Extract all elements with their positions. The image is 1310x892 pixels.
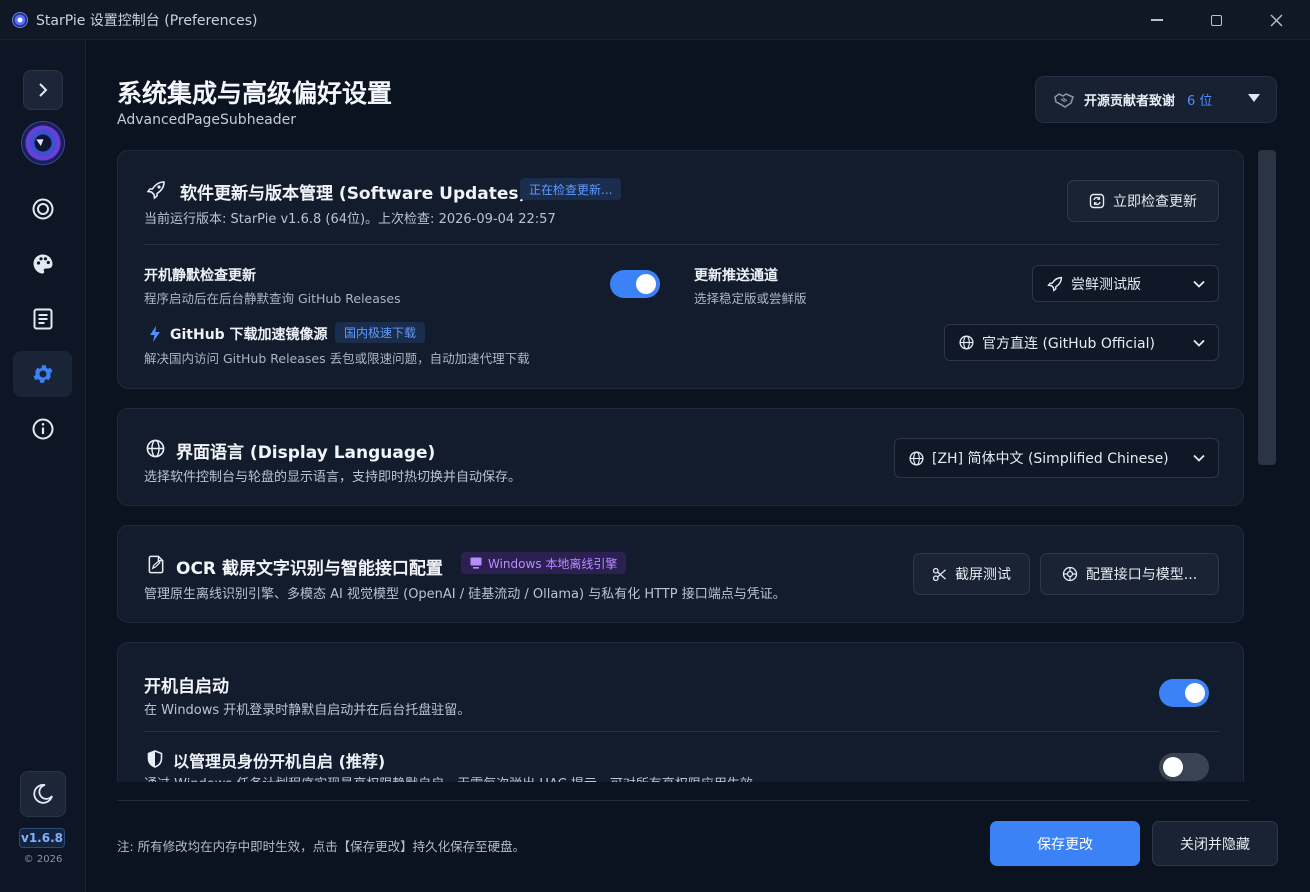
shield-icon — [147, 750, 163, 768]
silent-check-desc: 程序启动后在后台静默查询 GitHub Releases — [144, 291, 401, 306]
rocket-icon — [146, 181, 165, 200]
update-channel-value: 尝鲜测试版 — [1071, 276, 1141, 293]
app-icon — [12, 11, 28, 28]
sidebar-item-theme[interactable] — [23, 244, 63, 284]
admin-startup-desc: 通过 Windows 任务计划程序实现最高权限静默自启，无需每次弹出 UAC 提… — [144, 773, 766, 782]
chevron-down-icon — [1193, 454, 1205, 462]
silent-check-toggle[interactable] — [610, 270, 660, 298]
updates-desc: 当前运行版本: StarPie v1.6.8 (64位)。上次检查: 2026-… — [144, 212, 556, 227]
language-title: 界面语言 (Display Language) — [176, 443, 436, 463]
sidebar-expand-button[interactable] — [23, 70, 63, 110]
update-status-tag: 正在检查更新... — [520, 178, 622, 200]
sidebar-item-settings[interactable] — [13, 351, 72, 397]
mirror-select[interactable]: 官方直连 (GitHub Official) — [944, 324, 1219, 361]
update-channel-title: 更新推送通道 — [694, 268, 778, 284]
maximize-icon — [1210, 14, 1222, 26]
startup-divider — [144, 731, 1219, 732]
ocr-engine-tag: Windows 本地离线引擎 — [461, 552, 627, 574]
chevron-down-icon — [1193, 339, 1205, 347]
sidebar-item-target[interactable] — [23, 189, 63, 229]
gear-icon — [33, 365, 52, 383]
admin-startup-toggle[interactable] — [1159, 753, 1209, 781]
mirror-tag: 国内极速下载 — [335, 322, 426, 343]
page-title: 系统集成与高级偏好设置 — [117, 79, 393, 108]
moon-icon — [33, 783, 53, 804]
page-subtitle: AdvancedPageSubheader — [117, 112, 297, 128]
footer-note: 注: 所有修改均在内存中即时生效，点击【保存更改】持久化保存至硬盘。 — [117, 839, 526, 854]
window-title: StarPie 设置控制台 (Preferences) — [36, 12, 258, 29]
globe-icon — [909, 450, 924, 466]
ocr-test-label: 截屏测试 — [955, 567, 1011, 583]
ocr-config-label: 配置接口与模型... — [1085, 567, 1198, 583]
lightning-icon — [150, 326, 160, 342]
language-select[interactable]: [ZH] 简体中文 (Simplified Chinese) — [894, 438, 1219, 478]
app-logo — [22, 122, 64, 164]
startup-toggle[interactable] — [1159, 679, 1209, 707]
contributors-count: 6 位 — [1187, 94, 1213, 109]
document-edit-icon — [148, 555, 164, 574]
ocr-test-button[interactable]: 截屏测试 — [913, 553, 1030, 595]
title-bar: StarPie 设置控制台 (Preferences) — [0, 0, 1310, 40]
monitor-icon — [470, 557, 482, 569]
mirror-title: GitHub 下载加速镜像源 — [170, 327, 328, 343]
updates-card: 软件更新与版本管理 (Software Updates) 正在检查更新... 当… — [117, 150, 1244, 389]
scrollbar-thumb[interactable] — [1258, 150, 1276, 465]
close-icon — [1270, 14, 1282, 26]
admin-startup-title: 以管理员身份开机自启 (推荐) — [173, 752, 386, 771]
contributors-label: 开源贡献者致谢 — [1084, 94, 1176, 109]
chevron-right-icon — [39, 83, 48, 97]
mirror-desc: 解决国内访问 GitHub Releases 丢包或限速问题，自动加速代理下载 — [144, 351, 530, 366]
ocr-card: OCR 截屏文字识别与智能接口配置 Windows 本地离线引擎 管理原生离线识… — [117, 525, 1244, 623]
copyright-text: © 2026 — [23, 854, 63, 865]
ocr-config-button[interactable]: 配置接口与模型... — [1040, 553, 1219, 595]
language-value: [ZH] 简体中文 (Simplified Chinese) — [932, 451, 1169, 467]
updates-divider — [144, 244, 1219, 245]
chevron-down-icon — [1193, 280, 1205, 288]
scissors-icon — [932, 567, 947, 581]
mirror-value: 官方直连 (GitHub Official) — [982, 335, 1155, 352]
version-badge: v1.6.8 — [19, 828, 65, 848]
startup-card: 开机自启动 在 Windows 开机登录时静默自启动并在后台托盘驻留。 以管理员… — [117, 642, 1244, 782]
minimize-button[interactable] — [1128, 0, 1186, 40]
theme-toggle-button[interactable] — [20, 771, 66, 817]
startup-desc: 在 Windows 开机登录时静默自启动并在后台托盘驻留。 — [144, 703, 471, 718]
ocr-engine-tag-label: Windows 本地离线引擎 — [488, 556, 618, 571]
save-button[interactable]: 保存更改 — [990, 821, 1140, 866]
footer-divider — [117, 800, 1249, 801]
ocr-desc: 管理原生离线识别引擎、多模态 AI 视觉模型 (OpenAI / 硅基流动 / … — [144, 587, 786, 602]
minimize-icon — [1151, 19, 1163, 21]
sidebar-item-document[interactable] — [23, 299, 63, 339]
document-icon — [33, 308, 53, 330]
maximize-button[interactable] — [1187, 0, 1245, 40]
close-hide-button[interactable]: 关闭并隐藏 — [1152, 821, 1278, 866]
sidebar-item-about[interactable] — [23, 409, 63, 449]
info-icon — [32, 418, 54, 440]
refresh-icon — [1089, 193, 1105, 209]
palette-icon — [33, 254, 53, 274]
update-channel-select[interactable]: 尝鲜测试版 — [1032, 265, 1219, 302]
check-updates-label: 立即检查更新 — [1113, 194, 1197, 210]
handshake-icon — [1054, 92, 1074, 108]
target-icon — [32, 198, 54, 220]
startup-title: 开机自启动 — [144, 677, 229, 697]
contributors-dropdown[interactable]: 开源贡献者致谢 6 位 — [1035, 76, 1277, 123]
caret-down-icon — [1248, 94, 1260, 102]
rocket-icon — [1047, 276, 1063, 292]
language-desc: 选择软件控制台与轮盘的显示语言，支持即时热切换并自动保存。 — [144, 470, 522, 485]
silent-check-title: 开机静默检查更新 — [144, 268, 256, 284]
close-window-button[interactable] — [1247, 0, 1305, 40]
sidebar: v1.6.8 © 2026 — [0, 40, 86, 892]
ai-chip-icon — [1062, 566, 1077, 582]
update-channel-desc: 选择稳定版或尝鲜版 — [694, 291, 807, 306]
globe-icon — [146, 439, 165, 458]
settings-scroll-area[interactable]: 软件更新与版本管理 (Software Updates) 正在检查更新... 当… — [117, 150, 1247, 782]
globe-icon — [959, 335, 974, 350]
check-updates-button[interactable]: 立即检查更新 — [1067, 180, 1219, 222]
language-card: 界面语言 (Display Language) 选择软件控制台与轮盘的显示语言，… — [117, 408, 1244, 506]
updates-title: 软件更新与版本管理 (Software Updates) — [180, 184, 527, 204]
ocr-title: OCR 截屏文字识别与智能接口配置 — [176, 559, 443, 579]
